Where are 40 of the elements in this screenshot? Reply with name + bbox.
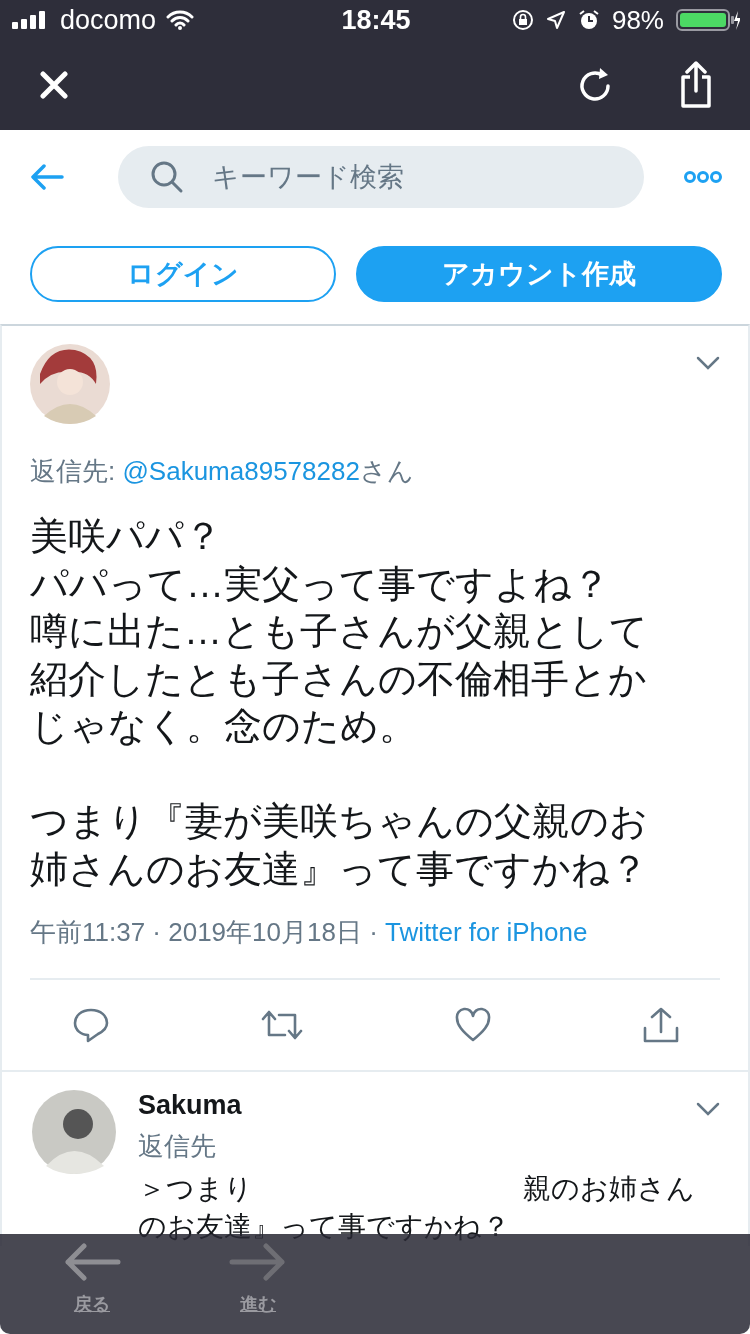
forward-button[interactable]: 進む: [228, 1234, 288, 1334]
back-arrow-icon[interactable]: [30, 164, 64, 190]
battery-percent: 98%: [611, 4, 664, 36]
tweet-text-line: パパって…実父って事ですよね？: [30, 561, 611, 607]
wifi-icon: [166, 10, 195, 30]
carrier-name: docomo: [60, 4, 157, 36]
back-button[interactable]: 戻る: [62, 1234, 122, 1334]
rotation-lock-icon: [511, 9, 534, 31]
tweet-text-line: 親のお姉さん: [523, 1172, 695, 1206]
alarm-icon: [577, 9, 600, 31]
reply-to-line: 返信先: [138, 1130, 216, 1163]
left-arrow-icon: [62, 1242, 122, 1282]
reply-icon[interactable]: [72, 1006, 110, 1044]
location-icon: [545, 10, 566, 30]
reply-to-line: 返信先: @Sakuma89578282さん: [30, 455, 415, 488]
more-icon[interactable]: [684, 170, 722, 184]
share-icon[interactable]: [678, 61, 714, 109]
heart-icon[interactable]: [454, 1007, 492, 1043]
mention-link[interactable]: @Sakuma89578282: [122, 456, 360, 486]
tweet-text-line: じゃなく。念のため。: [30, 704, 418, 749]
user-name: Sakuma: [138, 1090, 242, 1121]
tweet-text-line: 紹介したとも子さんの不倫相手とか: [30, 656, 648, 702]
tweet-text-line: 美咲パパ？: [30, 514, 223, 559]
tweet-timestamp: 午前11:37 · 2019年10月18日 · Twitter for iPhone: [30, 915, 720, 980]
source-link[interactable]: Twitter for iPhone: [385, 917, 588, 947]
search-field[interactable]: キーワード検索: [118, 146, 644, 208]
clock-time: 18:45: [341, 4, 411, 36]
chevron-down-icon[interactable]: [696, 1102, 720, 1116]
chevron-down-icon[interactable]: [696, 356, 720, 370]
tweet-text-line: つまり『妻が美咲ちゃんの父親のお: [30, 799, 649, 844]
battery-icon: [676, 9, 740, 31]
tweet-text-line: 姉さんのお友達』って事ですかね？: [30, 846, 649, 892]
tweet-text-line: ＞つまり: [138, 1172, 253, 1206]
retweet-icon[interactable]: [260, 1008, 304, 1042]
close-icon[interactable]: [40, 71, 68, 99]
search-icon: [150, 160, 184, 194]
right-arrow-icon: [228, 1242, 288, 1282]
signup-button[interactable]: アカウント作成: [356, 246, 722, 302]
tweet-text-line: 噂に出た…とも子さんが父親として: [30, 609, 649, 654]
login-button[interactable]: ログイン: [30, 246, 336, 302]
